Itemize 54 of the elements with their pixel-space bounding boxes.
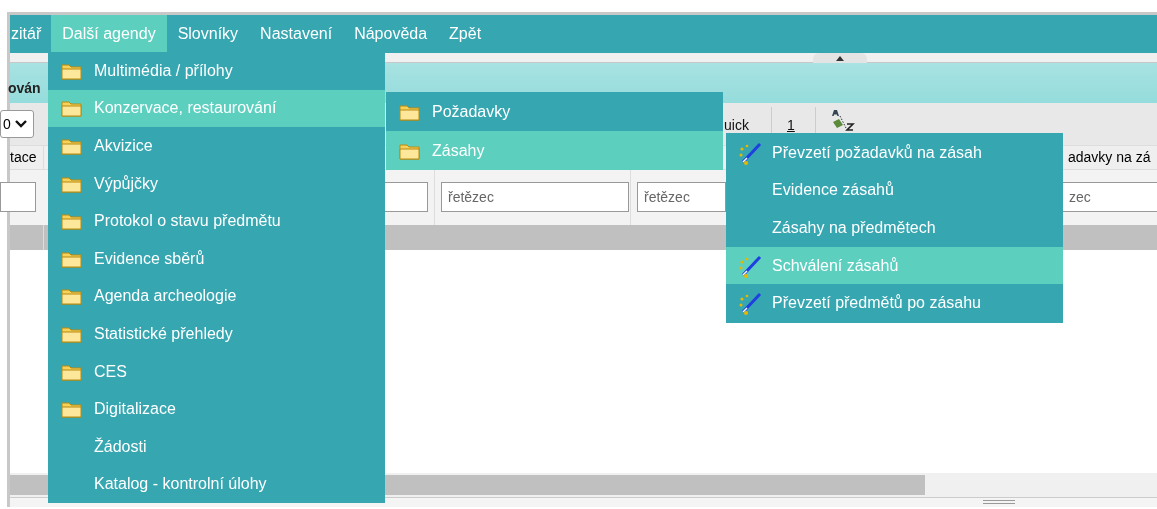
menu-item[interactable]: Zásahy na předmětech [726,209,1063,247]
folder-icon [61,174,83,193]
menu-item[interactable]: Požadavky [386,92,723,131]
menu-item[interactable]: Digitalizace [48,390,385,428]
folder-icon [399,102,421,121]
menu-item[interactable]: Nápověda [343,15,439,53]
menu-item[interactable]: Multimédia / přílohy [48,52,385,90]
menu-item[interactable]: Slovníky [166,15,250,53]
folder-icon [61,287,83,306]
menu-item[interactable]: zitář [10,15,52,53]
menu-item[interactable]: Schválení zásahů [726,246,1063,285]
menu-item[interactable]: Akvizice [48,127,385,165]
filter-field[interactable]: řetězec [441,182,629,212]
folder-icon [61,212,83,231]
folder-icon [61,400,83,419]
page-size-select[interactable]: 0 [0,110,34,138]
column-header[interactable]: tace [10,146,44,169]
resize-grip-icon[interactable] [983,500,1015,504]
filter-field[interactable] [0,182,36,212]
menu-item[interactable]: Statistické přehledy [48,315,385,353]
collapse-handle[interactable] [813,53,867,63]
collapse-arrow-icon [836,55,844,61]
filter-field[interactable]: zec [1062,182,1157,212]
menu-item[interactable]: Evidence zásahů [726,171,1063,210]
menu-item[interactable]: Nastavení [249,15,344,53]
menu-item[interactable]: Převzetí požadavků na zásah [726,134,1063,172]
menu-item[interactable]: Protokol o stavu předmětu [48,202,385,240]
folder-icon [61,362,83,381]
filter-field[interactable]: řetězec [637,182,726,212]
menu-item[interactable]: CES [48,352,385,391]
menu-item[interactable]: Katalog - kontrolní úlohy [48,465,385,504]
magic-wand-icon [738,253,762,278]
menu-item[interactable]: Žádosti [48,427,385,466]
menu-item[interactable]: Agenda archeologie [48,277,385,316]
menu-item[interactable]: Zásahy [386,131,723,170]
toolbar-label[interactable]: uick [724,115,749,136]
menu-item[interactable]: Převzetí předmětů po zásahu [726,284,1063,322]
magic-wand-icon [738,140,762,165]
menu-item[interactable]: Konzervace, restaurování [48,89,385,128]
folder-icon [61,137,83,155]
folder-icon [399,141,421,160]
folder-icon [61,61,83,80]
menu-item[interactable]: Výpůjčky [48,164,385,203]
column-header[interactable]: adavky na zá [1062,146,1157,169]
page-title: ován [8,78,41,98]
folder-icon [61,249,83,268]
magic-wand-icon [738,291,762,316]
menu-item[interactable]: Další agendy [51,15,167,53]
folder-icon [61,99,83,118]
page-number-link[interactable]: 1 [787,115,795,136]
menu-item[interactable]: Evidence sběrů [48,239,385,278]
menu-item[interactable]: Zpět [438,15,493,53]
folder-icon [61,324,83,343]
chevron-down-icon [14,120,27,128]
